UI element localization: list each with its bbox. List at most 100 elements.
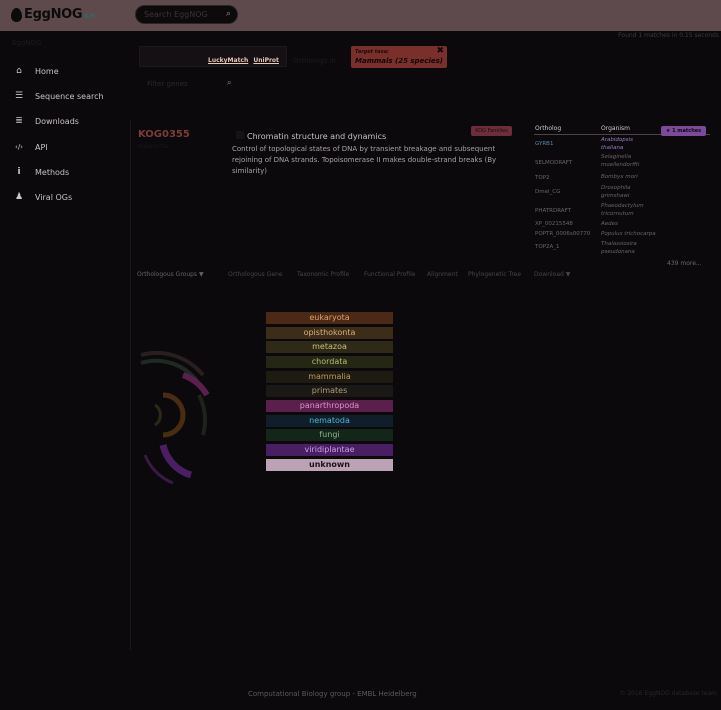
top-navbar: EggNOG 4.5 Search EggNOG ⌕	[0, 0, 721, 31]
legend-item-nematoda[interactable]: nematoda	[266, 415, 393, 427]
close-icon[interactable]: ✖	[436, 46, 444, 56]
legend-item-opisthokonta[interactable]: opisthokonta	[266, 327, 393, 339]
tab-taxonomic-profile[interactable]: Taxonomic Profile	[297, 271, 349, 278]
sunburst-arc	[181, 372, 210, 397]
search-icon[interactable]: ⌕	[226, 9, 231, 19]
table-row-organism: Bombyx mori	[601, 174, 638, 180]
legend-label: mammalia	[308, 372, 351, 381]
legend-item-panarthropoda[interactable]: panarthropoda	[266, 400, 393, 412]
sunburst-arc	[154, 403, 162, 427]
table-row-gene[interactable]: TOP2A_1	[535, 244, 560, 250]
orthologs-in-label: Orthologs in	[293, 57, 336, 65]
tab-functional-profile[interactable]: Functional Profile	[364, 271, 415, 278]
legend-item-chordata[interactable]: chordata	[266, 356, 393, 368]
target-taxa-label: Target taxa:	[355, 49, 390, 55]
eggnog-logo[interactable]: EggNOG 4.5	[11, 7, 95, 22]
legend-label: viridiplantae	[304, 445, 355, 454]
table-row-organism: Aedes	[601, 221, 618, 227]
logo-version: 4.5	[84, 13, 95, 20]
filter-placeholder: Filter genes	[147, 80, 188, 88]
matches-badge: ★ 1 matches	[661, 126, 706, 136]
tab-label: Functional Profile	[364, 271, 416, 278]
table-row-organism[interactable]: Arabidopsis thaliana	[601, 136, 649, 152]
tab-orthologous-groups[interactable]: Orthologous Groups ▼	[137, 271, 204, 278]
results-summary: Found 1 matches in 0.15 seconds	[618, 32, 719, 39]
sunburst-arc	[159, 444, 193, 479]
database-icon: ≣	[15, 116, 23, 126]
tab-label: Orthologous Gene	[228, 271, 283, 278]
sidebar-item-label: Methods	[35, 167, 70, 177]
sidebar-item-label: Viral OGs	[35, 192, 73, 202]
table-row-gene[interactable]: XP_00215548	[535, 221, 573, 227]
luckymatch-link[interactable]: LuckyMatch	[208, 57, 248, 64]
search-icon[interactable]: ⌕	[227, 78, 231, 88]
sidebar-item-viral-ogs[interactable]: ♟ Viral OGs	[12, 187, 72, 207]
sidebar-item-downloads[interactable]: ≣ Downloads	[12, 111, 79, 131]
legend-item-viridiplantae[interactable]: viridiplantae	[266, 444, 393, 456]
result-tabs: Orthologous Groups ▼ Orthologous Gene Ta…	[137, 271, 717, 280]
table-row-organism: Phaeodactylum tricornutum	[601, 203, 644, 217]
legend-label: unknown	[309, 460, 350, 469]
tab-label: Phylogenetic Tree	[468, 271, 522, 278]
sidebar-item-label: Home	[35, 66, 59, 76]
table-row-organism: Drosophila grimshawi	[601, 185, 631, 199]
sunburst-arc	[197, 394, 207, 436]
sidebar-item-methods[interactable]: i Methods	[12, 162, 69, 182]
virus-icon: ♟	[14, 192, 24, 202]
category-icon	[236, 131, 244, 139]
target-taxa-box: Target taxa: Mammals (25 species) ✖	[351, 46, 447, 68]
tab-alignment[interactable]: Alignment	[427, 271, 458, 278]
col-organism: Organism	[601, 125, 631, 132]
legend-item-primates[interactable]: primates	[266, 385, 393, 397]
tab-phylogenetic-tree[interactable]: Phylogenetic Tree	[468, 271, 521, 278]
table-row-organism: Populus trichocarpa	[601, 231, 656, 237]
category-title: Chromatin structure and dynamics	[247, 132, 387, 141]
search-placeholder: Search EggNOG	[144, 10, 208, 19]
legend-label: chordata	[311, 357, 348, 366]
footer-copyright: © 2016 EggNOG database team	[619, 690, 717, 697]
legend-label: nematoda	[309, 416, 350, 425]
list-icon: ☰	[14, 91, 24, 101]
og-id-link[interactable]: KOG0355	[138, 129, 190, 140]
more-orthologs-link[interactable]: 439 more...	[667, 260, 702, 267]
tab-label: Alignment	[427, 271, 458, 278]
table-row-gene[interactable]: POPTR_0006s00770	[535, 231, 590, 237]
egg-icon	[11, 7, 22, 22]
tab-label: Orthologous Groups	[137, 271, 198, 278]
table-row-gene[interactable]: TOP2	[535, 175, 550, 181]
table-row-gene[interactable]: PHATRDRAFT	[535, 208, 571, 214]
table-row-gene[interactable]: Dmel_CG	[535, 189, 560, 195]
table-row-organism: Selaginella moellendorffii	[601, 154, 640, 168]
og-description: Control of topological states of DNA by …	[232, 145, 497, 175]
sunburst-arc	[162, 392, 186, 438]
tab-orthologous-gene[interactable]: Orthologous Gene	[228, 271, 283, 278]
legend-item-metazoa[interactable]: metazoa	[266, 341, 393, 353]
legend-item-eukaryota[interactable]: eukaryota	[266, 312, 393, 324]
logo-text: EggNOG	[24, 7, 83, 22]
table-row-organism: Thalassiosira pseudonana	[601, 241, 637, 255]
home-icon: ⌂	[16, 66, 22, 76]
legend-item-unknown[interactable]: unknown	[266, 459, 393, 471]
taxonomy-links: LuckyMatch UniProt	[208, 57, 282, 64]
tab-download[interactable]: Download ▼	[534, 271, 570, 278]
taxonomy-sunburst-chart[interactable]	[133, 335, 218, 485]
table-row-gene[interactable]: GYRB1	[535, 141, 553, 147]
info-icon: i	[17, 167, 21, 177]
code-icon: ‹/›	[15, 143, 23, 151]
global-search-input[interactable]: Search EggNOG ⌕	[135, 5, 238, 24]
legend-label: opisthokonta	[303, 328, 356, 337]
legend-item-fungi[interactable]: fungi	[266, 429, 393, 441]
sidebar-item-sequence-search[interactable]: ☰ Sequence search	[12, 86, 104, 106]
col-ortholog: Ortholog	[535, 125, 562, 132]
sidebar-item-label: Downloads	[35, 116, 79, 126]
uniprot-link[interactable]: UniProt	[253, 57, 279, 64]
sidebar-item-label: Sequence search	[35, 91, 104, 101]
legend-label: fungi	[319, 430, 340, 439]
sidebar-item-home[interactable]: ⌂ Home	[12, 61, 59, 81]
filter-genes-input[interactable]: Filter genes ⌕	[139, 74, 242, 94]
legend-item-mammalia[interactable]: mammalia	[266, 371, 393, 383]
table-row-gene[interactable]: SELMODRAFT	[535, 160, 572, 166]
kog-badge: KOG Families	[471, 126, 512, 136]
footer-text: Computational Biology group - EMBL Heide…	[248, 690, 417, 698]
sidebar-item-api[interactable]: ‹/› API	[12, 137, 48, 157]
